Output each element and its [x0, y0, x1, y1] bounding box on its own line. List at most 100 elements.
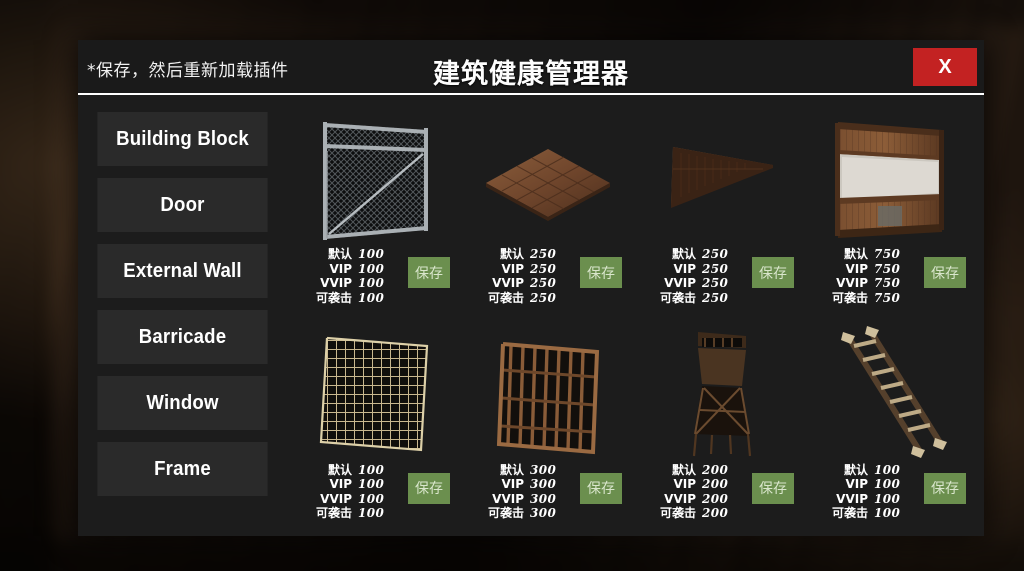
stat-value-vip[interactable]: 100: [358, 477, 398, 492]
stat-label-vip: VIP: [329, 261, 352, 276]
stat-label-column: 默认 VIP VVIP 可袭击: [472, 247, 524, 305]
stat-value-vvip[interactable]: 100: [358, 492, 398, 507]
sidebar-item-window[interactable]: Window: [97, 376, 268, 430]
sidebar-item-label: Door: [160, 193, 205, 216]
item-card: 默认 VIP VVIP 可袭击 250 250 250 250 保存: [464, 105, 632, 321]
item-thumbnail[interactable]: [292, 105, 460, 247]
stat-label-vvip: VVIP: [664, 491, 696, 506]
stat-value-vvip[interactable]: 100: [358, 276, 398, 291]
item-thumbnail[interactable]: [292, 321, 460, 463]
save-button[interactable]: 保存: [924, 472, 966, 504]
sidebar-item-label: External Wall: [123, 259, 242, 282]
save-button[interactable]: 保存: [752, 257, 794, 288]
stat-value-raidable[interactable]: 100: [874, 506, 914, 521]
stat-label-vip: VIP: [501, 261, 524, 276]
watchtower-icon: [692, 331, 752, 456]
sidebar-item-door[interactable]: Door: [97, 178, 268, 232]
stat-value-raidable[interactable]: 200: [702, 506, 742, 521]
stat-value-vvip[interactable]: 200: [702, 492, 742, 507]
stat-label-raidable: 可袭击: [487, 506, 524, 520]
stat-value-raidable[interactable]: 100: [358, 291, 398, 306]
item-thumbnail[interactable]: [636, 321, 804, 463]
stat-label-column: 默认 VIP VVIP 可袭击: [472, 463, 524, 521]
stat-value-vip[interactable]: 250: [530, 262, 570, 277]
item-card: 默认 VIP VVIP 可袭击 100 100 100 100 保存: [808, 321, 976, 537]
stat-label-vip: VIP: [501, 477, 524, 491]
item-card: 默认 VIP VVIP 可袭击 100 100 100 100 保存: [292, 105, 460, 321]
stat-label-column: 默认 VIP VVIP 可袭击: [300, 247, 352, 305]
stat-label-vvip: VVIP: [320, 491, 352, 506]
stat-value-vip[interactable]: 300: [530, 477, 570, 492]
item-thumbnail[interactable]: [464, 321, 632, 463]
stat-value-default[interactable]: 100: [874, 463, 914, 478]
stat-value-vvip[interactable]: 100: [874, 492, 914, 507]
item-card: 默认 VIP VVIP 可袭击 300 300 300 300 保存: [464, 321, 632, 537]
save-button[interactable]: 保存: [752, 472, 794, 504]
item-stats: 默认 VIP VVIP 可袭击 100 100 100 100 保存: [292, 247, 460, 305]
stat-value-raidable[interactable]: 250: [702, 291, 742, 306]
stat-value-vvip[interactable]: 300: [530, 492, 570, 507]
stat-label-raidable: 可袭击: [659, 506, 696, 520]
stat-label-raidable: 可袭击: [315, 506, 352, 520]
stat-value-vip[interactable]: 100: [358, 262, 398, 277]
save-button[interactable]: 保存: [580, 472, 622, 504]
stat-label-default: 默认: [843, 462, 868, 477]
page-title: 建筑健康管理器: [433, 59, 629, 90]
stat-label-default: 默认: [671, 462, 696, 477]
save-button[interactable]: 保存: [408, 257, 450, 288]
stat-value-vvip[interactable]: 250: [530, 276, 570, 291]
item-thumbnail[interactable]: [636, 105, 804, 247]
stat-label-vip: VIP: [845, 477, 868, 491]
sidebar-item-external-wall[interactable]: External Wall: [97, 244, 268, 298]
stat-label-default: 默认: [499, 462, 524, 477]
stat-value-column: 200 200 200 200: [702, 463, 742, 521]
stat-label-vvip: VVIP: [836, 491, 868, 506]
item-thumbnail[interactable]: [808, 321, 976, 463]
stat-value-default[interactable]: 100: [358, 247, 398, 262]
item-card: 默认 VIP VVIP 可袭击 750 750 750 750 保存: [808, 105, 976, 321]
stat-value-default[interactable]: 100: [358, 463, 398, 478]
stat-label-vvip: VVIP: [320, 276, 352, 290]
item-stats: 默认 VIP VVIP 可袭击 200 200 200 200 保存: [636, 463, 804, 521]
stat-value-raidable[interactable]: 300: [530, 506, 570, 521]
category-sidebar: Building Block Door External Wall Barric…: [78, 95, 286, 536]
stat-value-vip[interactable]: 250: [702, 262, 742, 277]
stat-label-column: 默认 VIP VVIP 可袭击: [644, 247, 696, 305]
item-thumbnail[interactable]: [808, 105, 976, 247]
item-thumbnail[interactable]: [464, 105, 632, 247]
item-card: 默认 VIP VVIP 可袭击 250 250 250 250 保存: [636, 105, 804, 321]
stat-label-raidable: 可袭击: [487, 290, 524, 305]
stat-value-vvip[interactable]: 250: [702, 276, 742, 291]
save-button[interactable]: 保存: [408, 472, 450, 504]
stat-value-default[interactable]: 200: [702, 463, 742, 478]
stat-value-raidable[interactable]: 750: [874, 291, 914, 306]
stat-value-vvip[interactable]: 750: [874, 276, 914, 291]
save-button[interactable]: 保存: [924, 257, 966, 288]
building-health-manager-panel: *保存，然后重新加载插件 建筑健康管理器 X Building Block Do…: [78, 40, 984, 536]
stat-value-column: 100 100 100 100: [358, 463, 398, 521]
stat-value-default[interactable]: 250: [702, 247, 742, 262]
stat-label-raidable: 可袭击: [831, 506, 868, 520]
close-button[interactable]: X: [913, 48, 977, 86]
stat-value-vip[interactable]: 200: [702, 477, 742, 492]
stat-value-default[interactable]: 250: [530, 247, 570, 262]
sidebar-item-frame[interactable]: Frame: [97, 442, 268, 496]
stat-label-vvip: VVIP: [664, 276, 696, 290]
background-beam-left: [0, 0, 52, 571]
stat-value-vip[interactable]: 750: [874, 262, 914, 277]
sidebar-item-barricade[interactable]: Barricade: [97, 310, 268, 364]
item-card: 默认 VIP VVIP 可袭击 200 200 200 200 保存: [636, 321, 804, 537]
item-grid: 默认 VIP VVIP 可袭击 100 100 100 100 保存 默认 VI…: [286, 95, 984, 536]
save-button[interactable]: 保存: [580, 257, 622, 288]
stat-value-raidable[interactable]: 250: [530, 291, 570, 306]
stat-label-raidable: 可袭击: [831, 290, 868, 305]
stat-value-vip[interactable]: 100: [874, 477, 914, 492]
stat-value-default[interactable]: 750: [874, 247, 914, 262]
stat-value-column: 100 100 100 100: [358, 247, 398, 305]
sidebar-item-building-block[interactable]: Building Block: [97, 112, 268, 166]
item-card: 默认 VIP VVIP 可袭击 100 100 100 100 保存: [292, 321, 460, 537]
stat-value-raidable[interactable]: 100: [358, 506, 398, 521]
stat-value-default[interactable]: 300: [530, 463, 570, 478]
stat-label-column: 默认 VIP VVIP 可袭击: [644, 463, 696, 521]
stat-value-column: 250 250 250 250: [702, 247, 742, 305]
